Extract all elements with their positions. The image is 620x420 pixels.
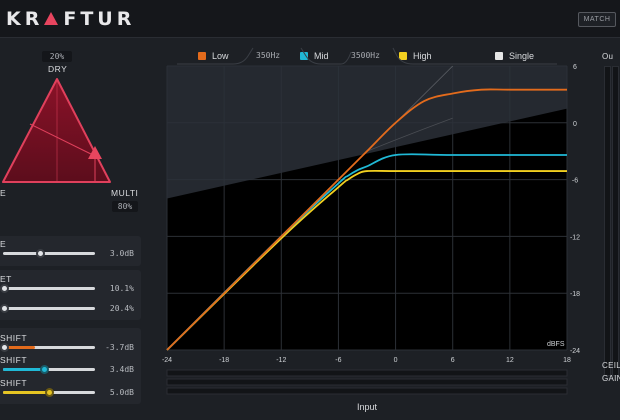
input-meter-left <box>166 369 568 377</box>
control-label-6: SHIFT <box>0 378 28 388</box>
top-bar: KR FTUR MATCH <box>0 0 620 38</box>
control-label-4: SHIFT <box>0 333 28 343</box>
brand-name: KR FTUR <box>6 8 136 30</box>
unit-label: dBFS <box>547 341 565 348</box>
control-group-2: ET 10.1% 20.4% <box>0 270 141 320</box>
connector-left <box>177 47 254 65</box>
connector-middle <box>300 47 352 65</box>
slider-knob-high[interactable] <box>45 388 54 397</box>
transfer-curve-chart[interactable]: -24 -18 -12 -6 0 6 12 18 6 0 -6 -12 -18 -24 dBFS Inp… <box>143 38 590 420</box>
connector-right <box>392 47 557 65</box>
slider-knob-1[interactable] <box>36 249 45 258</box>
slider-knob-3[interactable] <box>0 304 9 313</box>
crossover-connectors <box>177 47 557 65</box>
left-panel: 20% DRY E MULTI 80% E 3.0dB ET 10.1% 20.… <box>0 38 143 420</box>
y-tick-labels: 6 0 -6 -12 -18 -24 <box>570 64 580 355</box>
control-value-6[interactable]: 5.0dB <box>110 388 134 397</box>
slider-knob-mid[interactable] <box>40 365 49 374</box>
input-meter-right <box>166 378 568 386</box>
output-meter-left <box>604 66 611 376</box>
x-tick-1: -18 <box>219 357 229 364</box>
control-label-5: SHIFT <box>0 355 28 365</box>
y-tick-2: -6 <box>572 178 578 185</box>
x-tick-5: 6 <box>451 357 455 364</box>
brand-logo: KR FTUR <box>6 8 135 30</box>
right-panel: Ou CEIL GAIN <box>590 38 620 420</box>
control-group-3: SHIFT -3.7dB SHIFT 3.4dB SHIFT 5.0dB <box>0 328 141 404</box>
x-axis-label: Input <box>357 402 378 412</box>
control-value-4[interactable]: -3.7dB <box>105 343 134 352</box>
y-tick-0: 6 <box>573 64 577 71</box>
dry-readout[interactable]: 20% <box>42 51 72 62</box>
x-tick-4: 0 <box>394 357 398 364</box>
output-label: Ou <box>602 52 614 61</box>
control-label-1: E <box>0 239 7 249</box>
control-group-1: E 3.0dB <box>0 236 141 266</box>
control-value-2[interactable]: 10.1% <box>110 284 134 293</box>
x-tick-0: -24 <box>162 357 172 364</box>
y-tick-5: -24 <box>570 348 580 355</box>
y-tick-3: -12 <box>570 234 580 241</box>
x-tick-3: -6 <box>335 357 341 364</box>
x-tick-7: 18 <box>563 357 571 364</box>
slider-knob-2[interactable] <box>0 284 9 293</box>
slider-knob-low[interactable] <box>0 343 9 352</box>
input-meter <box>166 369 568 395</box>
x-tick-labels: -24 -18 -12 -6 0 6 12 18 <box>162 357 571 364</box>
dry-label: DRY <box>48 64 68 74</box>
control-value-5[interactable]: 3.4dB <box>110 365 134 374</box>
ceiling-label: CEIL <box>602 361 620 370</box>
control-value-1[interactable]: 3.0dB <box>110 249 134 258</box>
multi-readout[interactable]: 80% <box>112 201 138 212</box>
blend-triangle[interactable] <box>0 74 143 188</box>
control-value-3[interactable]: 20.4% <box>110 304 134 313</box>
match-button[interactable]: MATCH <box>578 12 616 27</box>
y-tick-4: -18 <box>570 291 580 298</box>
output-meter-right <box>612 66 619 376</box>
input-meter-extra <box>166 387 568 395</box>
slider-track-3[interactable] <box>3 307 95 310</box>
graph-area: Low 350Hz Mid 3500Hz High Single -24 -18-… <box>143 38 590 420</box>
x-tick-6: 12 <box>506 357 514 364</box>
slider-track-2[interactable] <box>3 287 95 290</box>
slider-track-1[interactable] <box>3 252 95 255</box>
x-tick-2: -12 <box>276 357 286 364</box>
y-tick-1: 0 <box>573 121 577 128</box>
control-label-2: ET <box>0 274 12 284</box>
multi-label: MULTI <box>111 188 139 198</box>
brand-triangle-icon <box>44 12 59 25</box>
gain-label: GAIN <box>602 374 620 383</box>
left-corner-label: E <box>0 188 7 198</box>
